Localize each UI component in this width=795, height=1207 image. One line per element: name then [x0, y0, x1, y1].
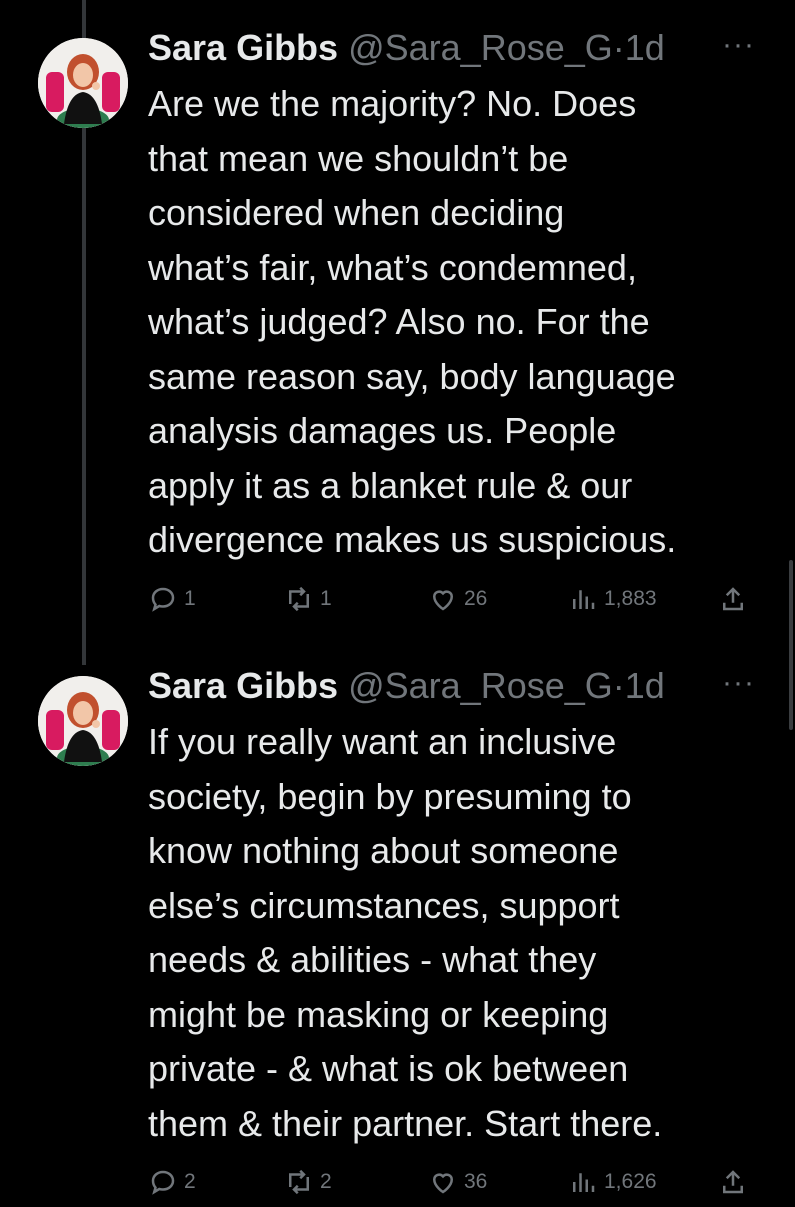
heart-icon	[432, 590, 454, 611]
display-name[interactable]: Sara Gibbs	[148, 665, 338, 706]
share-button[interactable]	[718, 1167, 748, 1197]
share-icon	[723, 587, 743, 611]
share-icon	[723, 1170, 743, 1194]
scrollbar[interactable]	[789, 560, 793, 730]
retweet-count: 1	[320, 587, 332, 610]
retweet-button[interactable]: 2	[284, 1167, 332, 1197]
handle[interactable]: @Sara_Rose_G	[348, 665, 613, 706]
views-button[interactable]: 1,883	[568, 584, 657, 614]
retweet-icon	[289, 1169, 309, 1195]
avatar[interactable]	[38, 676, 128, 766]
views-button[interactable]: 1,626	[568, 1167, 657, 1197]
view-count: 1,883	[604, 587, 657, 610]
thread-line	[82, 0, 86, 40]
reply-count: 2	[184, 1170, 196, 1193]
avatar[interactable]	[38, 38, 128, 128]
tweet-text: If you really want an inclusive society,…	[148, 721, 663, 1144]
views-icon	[573, 1173, 595, 1192]
retweet-count: 2	[320, 1170, 332, 1193]
tweet-actions: 2 2 36 1,626	[148, 1167, 758, 1207]
like-button[interactable]: 36	[428, 1167, 487, 1197]
reply-icon	[151, 1170, 175, 1195]
display-name[interactable]: Sara Gibbs	[148, 27, 338, 68]
thread-line	[82, 125, 86, 665]
reply-button[interactable]: 2	[148, 1167, 196, 1197]
tweet-header: Sara Gibbs @Sara_Rose_G·1d	[148, 662, 665, 710]
view-count: 1,626	[604, 1170, 657, 1193]
like-count: 36	[464, 1170, 488, 1193]
timestamp[interactable]: 1d	[625, 27, 665, 68]
like-count: 26	[464, 587, 488, 610]
views-icon	[573, 590, 595, 609]
reply-button[interactable]: 1	[148, 584, 196, 614]
retweet-button[interactable]: 1	[284, 584, 332, 614]
timestamp[interactable]: 1d	[625, 665, 665, 706]
separator-dot: ·	[612, 27, 625, 68]
more-options-icon[interactable]: ···	[722, 28, 755, 62]
share-button[interactable]	[718, 584, 748, 614]
reply-icon	[151, 587, 175, 612]
like-button[interactable]: 26	[428, 584, 487, 614]
separator-dot: ·	[612, 665, 625, 706]
tweet-header: Sara Gibbs @Sara_Rose_G·1d	[148, 24, 665, 72]
retweet-icon	[289, 586, 309, 612]
heart-icon	[432, 1173, 454, 1194]
tweet-text: Are we the majority? No. Does that mean …	[148, 83, 677, 560]
reply-count: 1	[184, 587, 196, 610]
handle[interactable]: @Sara_Rose_G	[348, 27, 613, 68]
tweet-actions: 1 1 26 1,883	[148, 584, 758, 624]
more-options-icon[interactable]: ···	[722, 666, 755, 700]
